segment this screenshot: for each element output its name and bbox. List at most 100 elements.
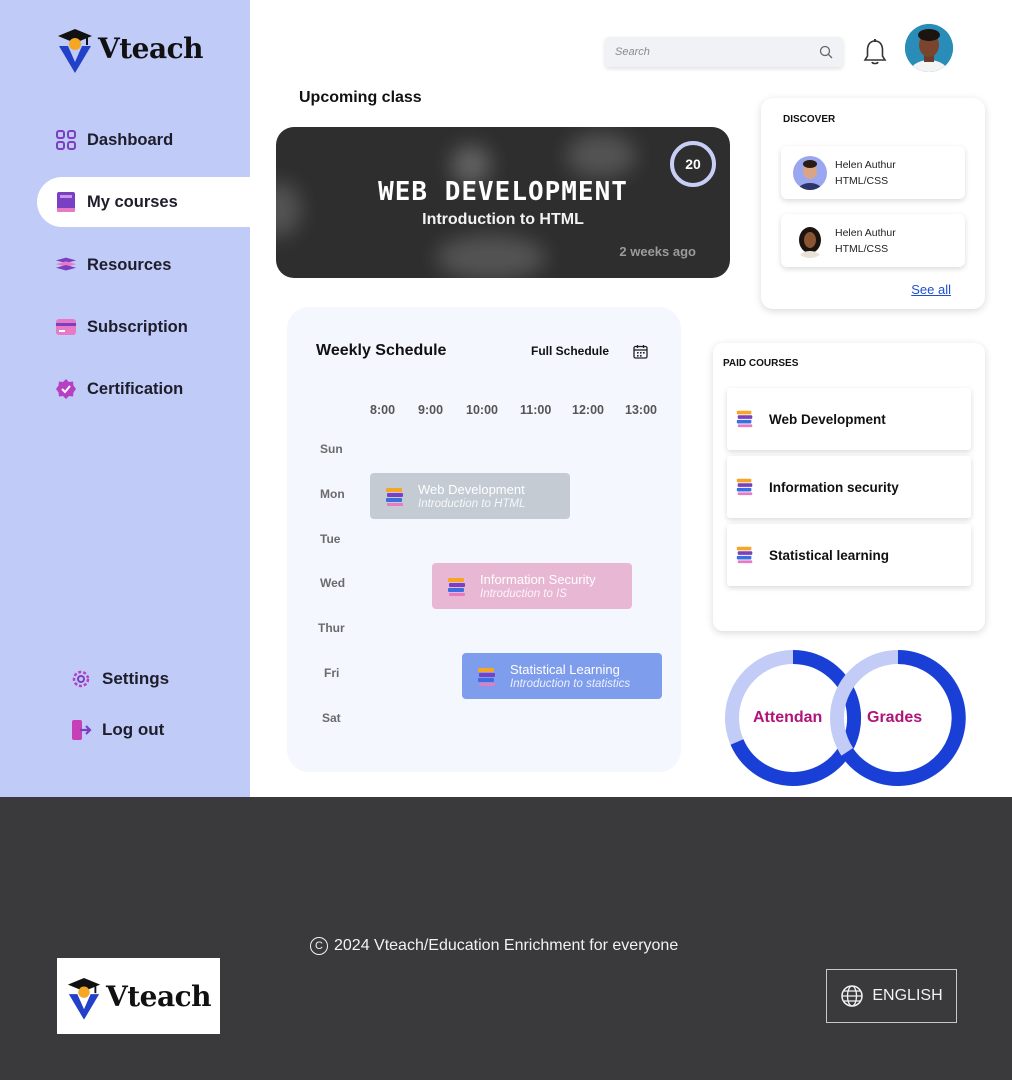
discover-title: DISCOVER bbox=[783, 114, 836, 125]
language-selector[interactable]: ENGLISH bbox=[826, 969, 957, 1023]
tutor-course: HTML/CSS bbox=[835, 242, 889, 255]
sidebar-item-subscription[interactable]: Subscription bbox=[37, 302, 250, 352]
see-all-link[interactable]: See all bbox=[911, 282, 951, 297]
sidebar-item-label: Dashboard bbox=[87, 130, 174, 149]
logout-label: Log out bbox=[102, 720, 165, 739]
class-count: 20 bbox=[685, 156, 701, 172]
event-subtitle: Introduction to statistics bbox=[510, 677, 631, 690]
books-icon bbox=[735, 476, 757, 498]
books-icon bbox=[735, 544, 757, 566]
day-label: Wed bbox=[320, 576, 346, 590]
day-label: Sat bbox=[322, 711, 341, 725]
copyright-label: 2024 Vteach/Education Enrichment for eve… bbox=[334, 937, 679, 954]
class-course-title: WEB DEVELOPMENT bbox=[378, 177, 628, 207]
weekly-schedule: Weekly Schedule Full Schedule 8:00 9:00 … bbox=[287, 307, 681, 772]
brand-name: Vteach bbox=[98, 31, 204, 65]
paid-course-label: Web Development bbox=[769, 411, 886, 427]
time-header: 11:00 bbox=[520, 403, 552, 417]
time-header: 9:00 bbox=[418, 403, 444, 417]
event-title: Statistical Learning bbox=[510, 661, 620, 677]
sidebar: Vteach Dashboard My courses Resources Su… bbox=[0, 0, 250, 797]
event-subtitle: Introduction to HTML bbox=[418, 497, 526, 510]
card-icon bbox=[55, 316, 77, 338]
upcoming-class-card[interactable]: 20 WEB DEVELOPMENT Introduction to HTML … bbox=[276, 127, 730, 278]
vteach-logo-icon bbox=[58, 29, 92, 73]
sidebar-item-my-courses[interactable]: My courses bbox=[37, 177, 250, 227]
paid-course-item[interactable]: Statistical learning bbox=[727, 524, 971, 586]
schedule-title: Weekly Schedule bbox=[316, 342, 447, 359]
brand-name: Vteach bbox=[105, 979, 212, 1013]
class-topic: Introduction to HTML bbox=[422, 211, 584, 228]
event-title: Information Security bbox=[480, 571, 596, 587]
badge-check-icon bbox=[55, 378, 77, 400]
day-label: Sun bbox=[320, 442, 343, 456]
grades-label[interactable]: Grades bbox=[867, 709, 922, 727]
paid-course-label: Statistical learning bbox=[769, 547, 890, 563]
language-label: ENGLISH bbox=[872, 987, 943, 1004]
attendance-label[interactable]: Attendan bbox=[753, 709, 822, 727]
settings-label: Settings bbox=[102, 669, 170, 688]
day-label: Fri bbox=[324, 666, 340, 680]
class-time-ago: 2 weeks ago bbox=[619, 244, 696, 259]
brand-logo[interactable]: Vteach bbox=[56, 22, 204, 74]
day-label: Thur bbox=[318, 621, 345, 635]
upcoming-class-title: Upcoming class bbox=[299, 89, 422, 106]
tutor-course: HTML/CSS bbox=[835, 174, 889, 187]
vteach-logo-icon bbox=[67, 978, 101, 1020]
bell-icon[interactable] bbox=[862, 38, 888, 66]
paid-courses-panel: PAID COURSES Web Development Information… bbox=[713, 343, 985, 631]
time-header: 13:00 bbox=[625, 403, 657, 417]
metrics-rings: Attendan Grades bbox=[725, 645, 975, 795]
book-icon bbox=[55, 191, 77, 213]
paid-course-label: Information security bbox=[769, 479, 899, 495]
settings-button[interactable]: Settings bbox=[70, 664, 169, 694]
schedule-event-information-security[interactable]: Information Security Introduction to IS bbox=[432, 563, 632, 609]
footer-logo[interactable]: Vteach bbox=[57, 958, 220, 1034]
search-icon[interactable] bbox=[819, 45, 833, 64]
sidebar-item-label: Resources bbox=[87, 255, 172, 274]
paid-course-item[interactable]: Web Development bbox=[727, 388, 971, 450]
event-title: Web Development bbox=[418, 481, 525, 497]
tutor-avatar bbox=[793, 155, 827, 190]
search-input[interactable] bbox=[615, 46, 805, 58]
day-label: Tue bbox=[320, 532, 341, 546]
footer: C 2024 Vteach/Education Enrichment for e… bbox=[0, 797, 1012, 1080]
sidebar-item-resources[interactable]: Resources bbox=[37, 240, 250, 290]
logout-button[interactable]: Log out bbox=[70, 715, 164, 745]
books-icon bbox=[384, 485, 406, 507]
tutor-card[interactable]: Helen Authur HTML/CSS bbox=[781, 214, 965, 267]
paid-course-item[interactable]: Information security bbox=[727, 456, 971, 518]
books-stack-icon bbox=[55, 254, 77, 276]
sidebar-item-label: My courses bbox=[87, 192, 178, 211]
full-schedule-link[interactable]: Full Schedule bbox=[531, 344, 609, 358]
copyright-text: C 2024 Vteach/Education Enrichment for e… bbox=[310, 937, 678, 955]
tutor-avatar bbox=[793, 223, 827, 258]
sidebar-item-dashboard[interactable]: Dashboard bbox=[37, 115, 250, 165]
search-bar[interactable] bbox=[605, 37, 843, 67]
gear-icon bbox=[70, 668, 92, 690]
sidebar-item-label: Subscription bbox=[87, 317, 188, 336]
books-icon bbox=[735, 408, 757, 430]
sidebar-item-certification[interactable]: Certification bbox=[37, 364, 250, 414]
event-subtitle: Introduction to IS bbox=[480, 587, 567, 600]
logout-icon bbox=[70, 719, 92, 741]
globe-icon bbox=[841, 985, 864, 1007]
discover-panel: DISCOVER Helen Authur HTML/CSS Helen Aut… bbox=[761, 98, 985, 309]
tutor-name: Helen Authur bbox=[835, 226, 896, 239]
tutor-name: Helen Authur bbox=[835, 158, 896, 171]
time-header: 10:00 bbox=[466, 403, 498, 417]
schedule-event-statistical-learning[interactable]: Statistical Learning Introduction to sta… bbox=[462, 653, 662, 699]
calendar-icon[interactable] bbox=[633, 344, 648, 364]
time-header: 12:00 bbox=[572, 403, 604, 417]
grid-icon bbox=[55, 129, 77, 151]
books-icon bbox=[476, 665, 498, 687]
tutor-card[interactable]: Helen Authur HTML/CSS bbox=[781, 146, 965, 199]
copyright-icon: C bbox=[310, 937, 328, 955]
paid-courses-title: PAID COURSES bbox=[723, 358, 799, 369]
time-header: 8:00 bbox=[370, 403, 396, 417]
sidebar-item-label: Certification bbox=[87, 379, 184, 398]
books-icon bbox=[446, 575, 468, 597]
schedule-event-web-development[interactable]: Web Development Introduction to HTML bbox=[370, 473, 570, 519]
user-avatar[interactable] bbox=[905, 24, 953, 72]
day-label: Mon bbox=[320, 487, 345, 501]
